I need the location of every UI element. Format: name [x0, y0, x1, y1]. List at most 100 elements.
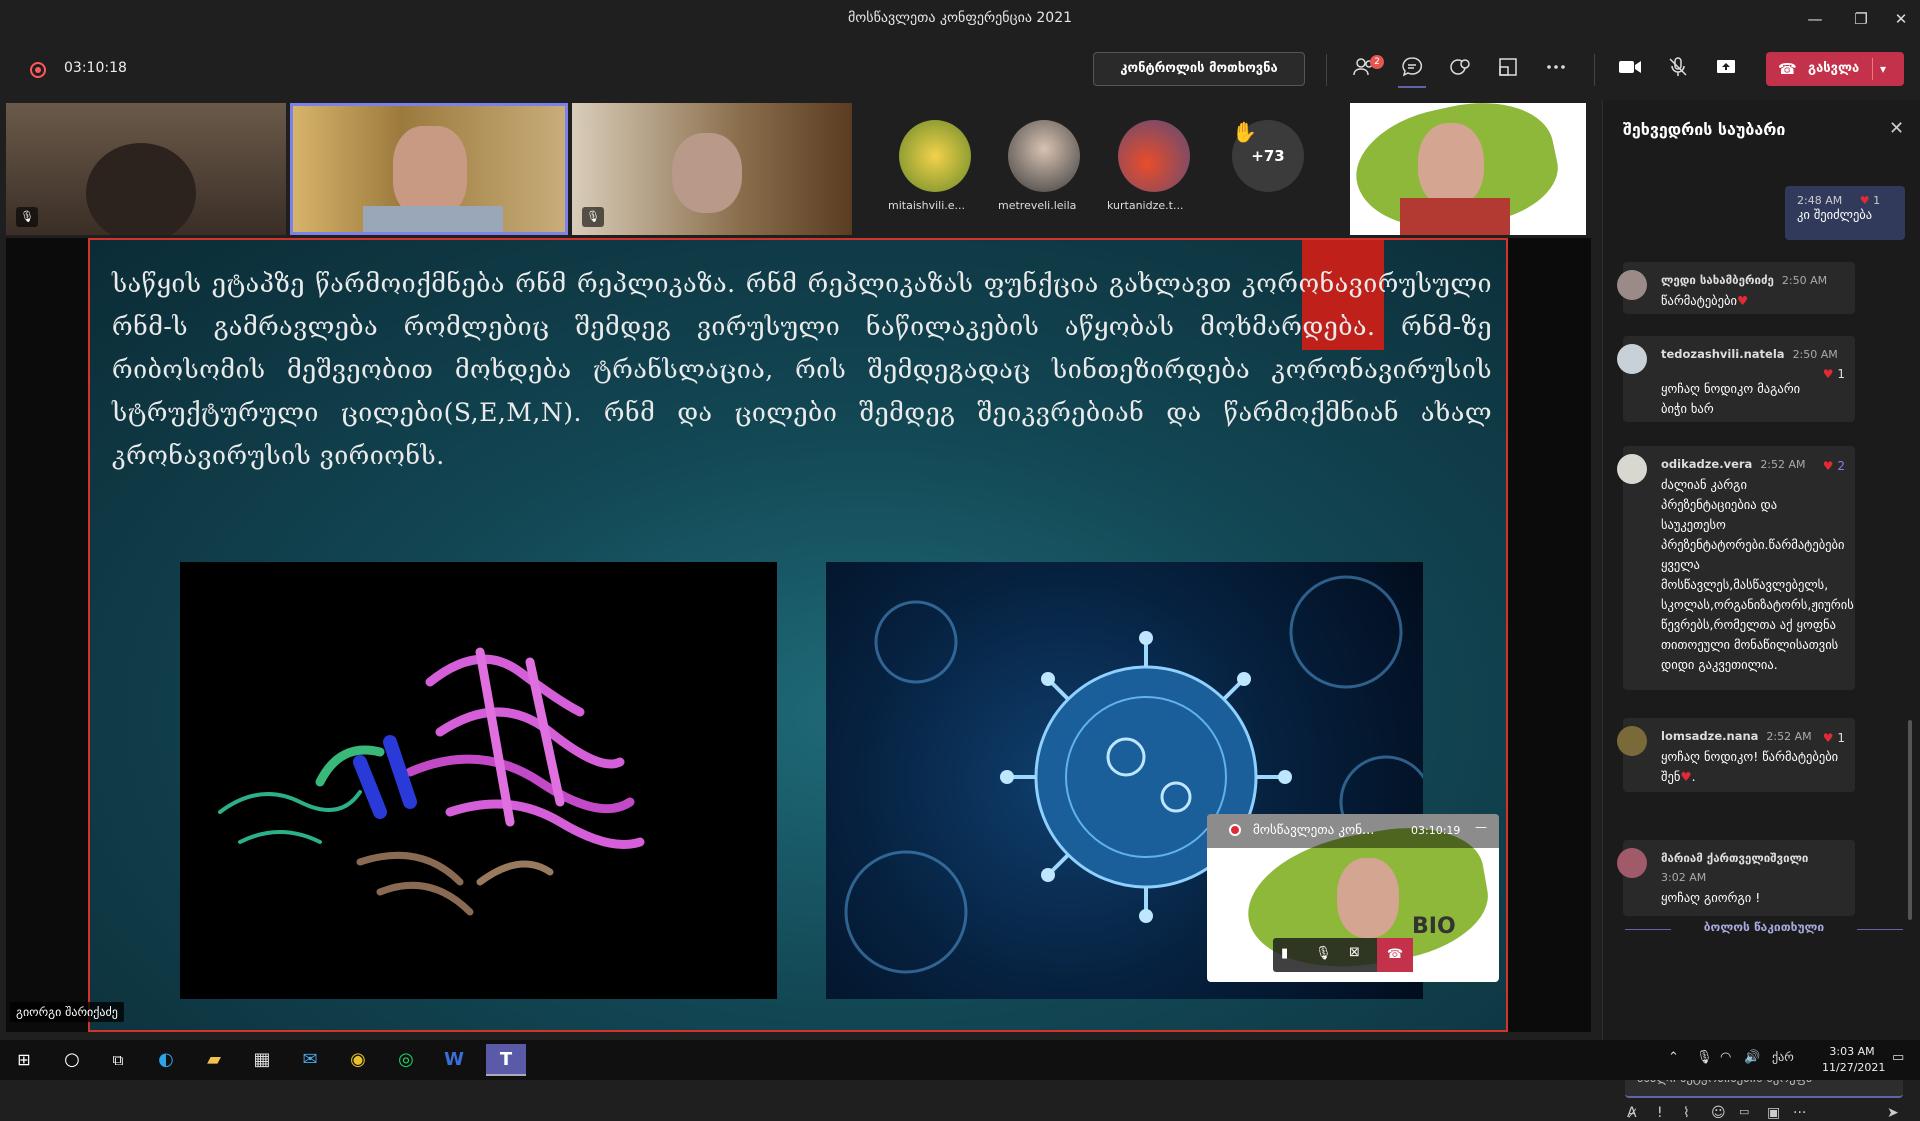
avatar[interactable] — [1008, 120, 1080, 192]
chat-icon[interactable] — [1398, 56, 1426, 84]
participants-badge: 2 — [1370, 55, 1384, 69]
gif-icon[interactable]: ▭ — [1739, 1105, 1749, 1118]
message-time: 2:52 AM — [1766, 730, 1812, 743]
wifi-icon[interactable]: ◠ — [1720, 1050, 1731, 1065]
participant-name: mitaishvili.e... — [888, 199, 966, 212]
more-icon[interactable]: ··· — [1793, 1105, 1806, 1121]
avatar[interactable] — [899, 120, 971, 192]
word-icon[interactable]: W — [434, 1044, 474, 1076]
stop-share-icon[interactable]: ⊠ — [1349, 945, 1360, 960]
collapse-icon[interactable]: — — [1475, 820, 1487, 834]
video-tile-1[interactable]: 🎙 — [6, 103, 286, 235]
mic-muted-icon[interactable] — [1664, 56, 1692, 84]
presenter-name: გიორგი შარიქაძე — [10, 1002, 124, 1022]
chat-message[interactable]: tedozashvili.natela 2:50 AM ♥ 1 ყოჩაღ ნოდ… — [1617, 336, 1855, 422]
priority-icon[interactable]: ! — [1657, 1105, 1663, 1121]
title-bar: მოსწავლეთა კონფერენცია 2021 — ❐ ✕ — [0, 0, 1920, 38]
chrome-icon[interactable]: ◉ — [338, 1044, 378, 1076]
recording-icon — [1229, 824, 1241, 836]
chat-message[interactable]: lomsadze.nana 2:52 AM ♥ 1 ყოჩაღ ნოდიკო! წ… — [1617, 718, 1855, 792]
avatar[interactable] — [1118, 120, 1190, 192]
send-icon[interactable]: ➤ — [1887, 1105, 1899, 1121]
leave-label: გასვლა — [1808, 61, 1860, 76]
close-icon[interactable]: ✕ — [1889, 118, 1904, 139]
participant-face — [672, 133, 742, 213]
chat-scrollbar[interactable] — [1908, 720, 1912, 920]
reaction-count: 2 — [1837, 459, 1845, 473]
heart-emoji-icon: ♥ — [1736, 293, 1749, 308]
leave-divider — [1872, 58, 1873, 80]
toolbar-divider-2 — [1594, 54, 1595, 86]
emoji-icon[interactable]: ☺ — [1711, 1105, 1726, 1121]
notifications-icon[interactable]: ▭ — [1892, 1050, 1904, 1065]
chat-message[interactable]: მარიამ ქართველიშვილი 3:02 AM ყოჩაღ გიორგ… — [1617, 840, 1855, 916]
restore-button[interactable]: ❐ — [1846, 6, 1876, 32]
task-view-icon[interactable]: ⧉ — [98, 1044, 138, 1076]
clock-time: 3:03 AM — [1829, 1045, 1875, 1058]
spotify-icon[interactable]: ◎ — [386, 1044, 426, 1076]
windows-start-icon[interactable]: ⊞ — [4, 1044, 44, 1076]
mail-icon[interactable]: ✉ — [290, 1044, 330, 1076]
recording-icon — [30, 62, 46, 78]
close-window-button[interactable]: ✕ — [1886, 6, 1916, 32]
window-title: მოსწავლეთა კონფერენცია 2021 — [847, 10, 1073, 26]
mic-off-icon: 🎙 — [16, 207, 38, 227]
hangup-icon: ☎ — [1778, 60, 1797, 78]
edge-icon[interactable]: ◐ — [146, 1044, 186, 1076]
message-text: კი შეიძლება — [1797, 207, 1873, 222]
clock[interactable]: 3:03 AM 11/27/2021 — [1822, 1044, 1886, 1076]
toolbar-divider — [1326, 54, 1327, 86]
message-time: 2:50 AM — [1792, 348, 1838, 361]
last-read-divider: ბოლოს წაკითხული — [1625, 920, 1903, 940]
sticker-icon[interactable]: ▣ — [1767, 1105, 1780, 1121]
raised-hand-icon: ✋ — [1232, 120, 1257, 144]
mic-icon[interactable]: 🎙 — [1315, 946, 1332, 961]
video-tile-self[interactable] — [1350, 103, 1586, 235]
video-tile-3[interactable]: 🎙 — [572, 103, 852, 235]
search-icon[interactable]: ○ — [52, 1044, 92, 1076]
participant-shirt — [363, 206, 503, 232]
camera-icon[interactable]: ▮ — [1281, 946, 1288, 961]
mini-controls: ▮ 🎙 ⊠ ☎ — [1273, 938, 1413, 972]
reactions-icon[interactable] — [1446, 56, 1474, 84]
attach-icon[interactable]: ⌇ — [1683, 1105, 1690, 1121]
more-options-icon[interactable] — [1542, 56, 1570, 84]
message-time: 2:48 AM — [1797, 194, 1843, 207]
heart-icon: ♥ — [1859, 194, 1870, 207]
message-time: 2:50 AM — [1781, 274, 1828, 287]
rooms-icon[interactable] — [1494, 56, 1522, 84]
share-screen-icon[interactable] — [1712, 56, 1740, 84]
volume-icon[interactable]: 🔊 — [1744, 1050, 1760, 1065]
clock-date: 11/27/2021 — [1822, 1061, 1886, 1074]
mic-tray-icon[interactable]: 🎙 — [1696, 1050, 1713, 1065]
avatar — [1617, 848, 1647, 878]
participant-face — [1337, 858, 1399, 938]
tray-expand-icon[interactable]: ⌃ — [1668, 1050, 1679, 1065]
mini-meeting-window[interactable]: BIO მოსწავლეთა კონ... 03:10:19 — ▮ 🎙 ⊠ ☎ — [1207, 814, 1499, 982]
language-indicator[interactable]: ქარ — [1772, 1050, 1794, 1064]
participant-name: kurtanidze.t... — [1107, 199, 1184, 212]
sender-name: odikadze.vera — [1661, 457, 1753, 471]
request-control-button[interactable]: კონტროლის მოთხოვნა — [1093, 52, 1305, 86]
reaction-count: 1 — [1837, 367, 1845, 381]
sender-name: მარიამ ქართველიშვილი — [1661, 851, 1809, 865]
hangup-icon[interactable]: ☎ — [1377, 938, 1413, 972]
teams-icon[interactable]: T — [486, 1044, 526, 1076]
chat-active-indicator — [1398, 86, 1426, 88]
chat-message[interactable]: ლედი სახამბერიძე 2:50 AM წარმატებები♥ — [1617, 262, 1855, 314]
chat-message[interactable]: odikadze.vera 2:52 AM ♥ 2 ძალიან კარგი პრ… — [1617, 446, 1855, 690]
message-text: ყოჩაღ გიორგი ! — [1661, 890, 1761, 905]
avatar — [1617, 454, 1647, 484]
video-tile-2[interactable] — [290, 103, 568, 235]
my-message[interactable]: 2:48 AM ♥ 1 კი შეიძლება — [1785, 186, 1905, 240]
store-icon[interactable]: ▦ — [242, 1044, 282, 1076]
reaction-count: 1 — [1873, 194, 1881, 207]
format-icon[interactable]: A̷ — [1627, 1105, 1637, 1121]
minimize-button[interactable]: — — [1800, 6, 1830, 32]
leave-button[interactable]: ☎ გასვლა ▾ — [1766, 52, 1904, 86]
camera-icon[interactable] — [1616, 56, 1644, 84]
sender-name: tedozashvili.natela — [1661, 347, 1785, 361]
file-explorer-icon[interactable]: ▰ — [194, 1044, 234, 1076]
chevron-down-icon[interactable]: ▾ — [1880, 52, 1886, 86]
message-text: ყოჩაღ ნოდიკო მაგარი ბიჭი ხარ — [1661, 381, 1801, 416]
